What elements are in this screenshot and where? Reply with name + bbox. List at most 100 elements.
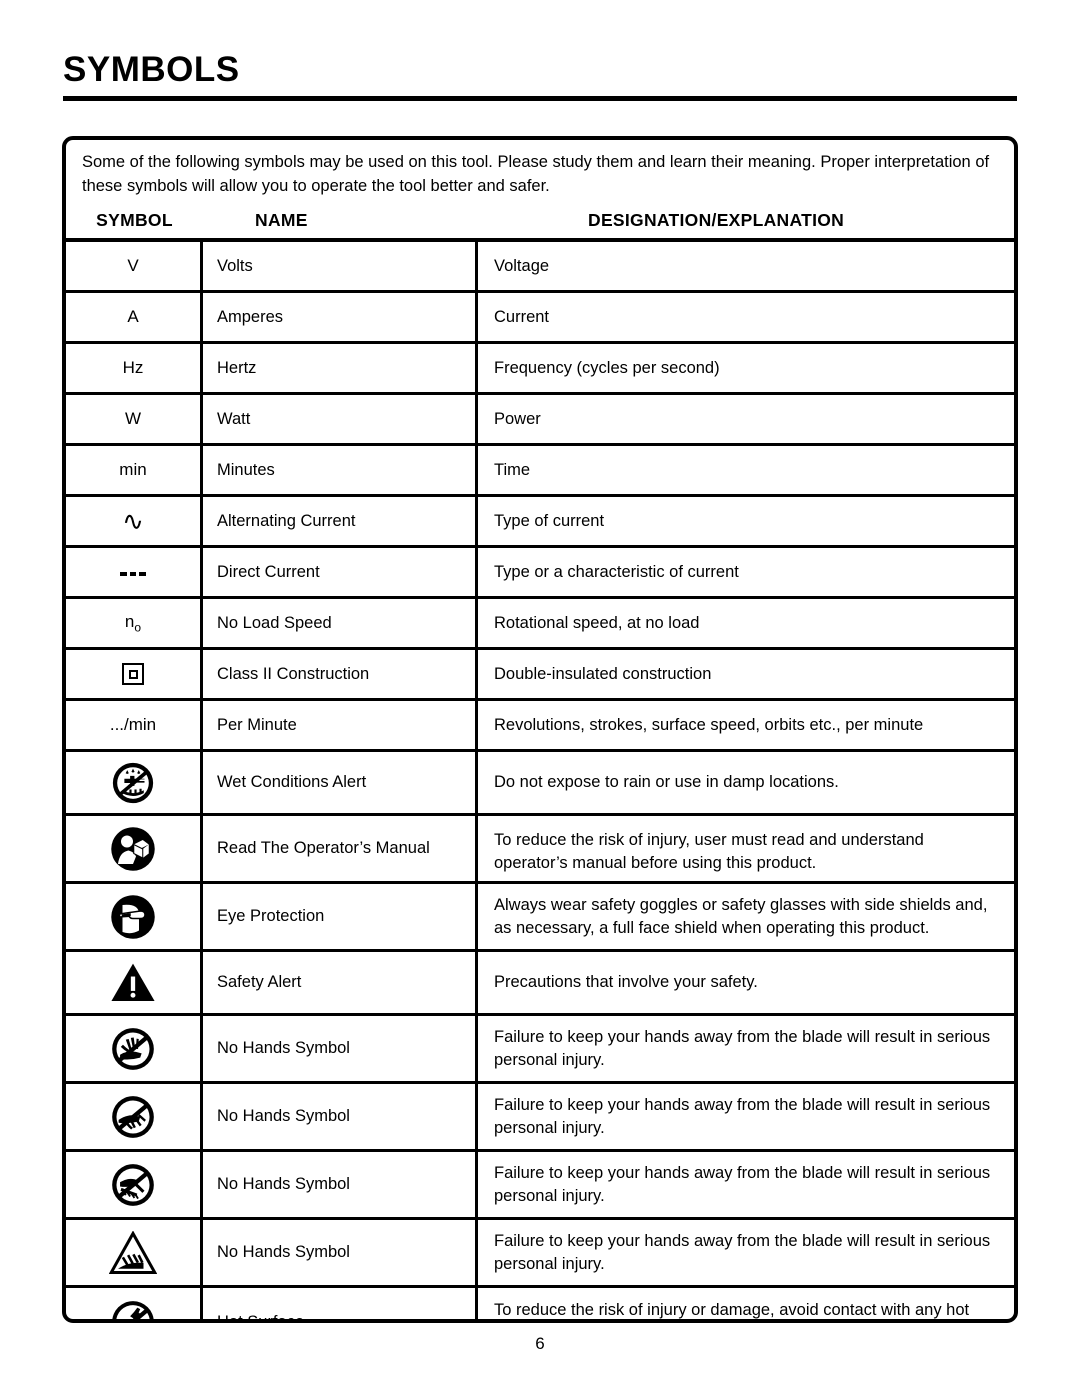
class-two-construction-icon xyxy=(122,663,144,685)
designation-line-2: operator’s manual before using this prod… xyxy=(494,854,817,872)
page-number: 6 xyxy=(535,1334,545,1353)
designation-cell: Precautions that involve your safety. xyxy=(494,973,758,991)
designation-cell: Frequency (cycles per second) xyxy=(494,358,720,377)
safety-alert-icon xyxy=(111,963,155,1001)
title-divider xyxy=(63,96,1017,101)
name-cell: No Hands Symbol xyxy=(203,1016,478,1081)
designation-cell: Power xyxy=(494,409,541,428)
designation-cell: Failure to keep your hands away from the… xyxy=(478,1084,1014,1149)
designation-cell: Failure to keep your hands away from the… xyxy=(478,1016,1014,1081)
eye-protection-icon xyxy=(111,894,155,939)
name-cell: Read The Operator’s Manual xyxy=(203,816,478,881)
designation-line-1: To reduce the risk of injury, user must … xyxy=(494,831,924,849)
designation-cell: Do not expose to rain or use in damp loc… xyxy=(494,773,839,791)
column-header-designation: DESIGNATION/EXPLANATION xyxy=(588,209,845,230)
symbol-cell xyxy=(66,1288,203,1319)
no-load-speed-icon: no xyxy=(124,611,142,635)
designation-line-1: To reduce the risk of injury or damage, … xyxy=(494,1301,970,1319)
symbol-cell: min xyxy=(66,446,203,494)
name-cell: No Hands Symbol xyxy=(203,1220,478,1285)
designation-cell: Double-insulated construction xyxy=(494,664,712,683)
name-cell: Per Minute xyxy=(203,701,478,749)
designation-line-2: personal injury. xyxy=(494,1050,605,1069)
name-cell: Volts xyxy=(203,242,478,290)
table-row: Hot Surface To reduce the risk of injury… xyxy=(66,1288,1014,1319)
designation-cell: Type of current xyxy=(494,511,605,530)
symbol-cell xyxy=(66,1220,203,1285)
designation-line-1: Failure to keep your hands away from the… xyxy=(494,1027,991,1046)
name-cell: Direct Current xyxy=(203,548,478,596)
name-cell: Class II Construction xyxy=(203,650,478,698)
letters-hz-icon: Hz xyxy=(122,358,144,377)
designation-cell: To reduce the risk of injury, user must … xyxy=(478,816,1014,881)
designation-cell: Failure to keep your hands away from the… xyxy=(478,1152,1014,1217)
read-operators-manual-icon xyxy=(111,826,155,871)
designation-line-2: personal injury. xyxy=(494,1118,605,1137)
symbol-cell: A xyxy=(66,293,203,341)
designation-cell: Time xyxy=(494,460,531,479)
table-row: No Hands Symbol Failure to keep your han… xyxy=(66,1016,1014,1084)
table-row: V Volts Voltage xyxy=(66,242,1014,293)
name-cell: Safety Alert xyxy=(203,952,478,1013)
symbol-cell xyxy=(66,650,203,698)
table-row: no No Load Speed Rotational speed, at no… xyxy=(66,599,1014,650)
letter-a-icon: A xyxy=(127,307,139,326)
per-minute-icon: .../min xyxy=(109,715,157,734)
document-page: SYMBOLS Some of the following symbols ma… xyxy=(0,0,1080,1397)
symbol-cell xyxy=(66,816,203,881)
name-cell: No Hands Symbol xyxy=(203,1084,478,1149)
table-row: No Hands Symbol Failure to keep your han… xyxy=(66,1152,1014,1220)
letters-min-icon: min xyxy=(119,460,147,479)
designation-line-1: Failure to keep your hands away from the… xyxy=(494,1231,991,1250)
table-row: Wet Conditions Alert Do not expose to ra… xyxy=(66,752,1014,816)
designation-cell: Voltage xyxy=(494,256,550,275)
direct-current-icon xyxy=(120,569,146,576)
symbol-cell xyxy=(66,752,203,813)
name-cell: Minutes xyxy=(203,446,478,494)
hand-warning-triangle-icon xyxy=(109,1230,157,1274)
table-row: min Minutes Time xyxy=(66,446,1014,497)
designation-line-1: Failure to keep your hands away from the… xyxy=(494,1095,991,1114)
designation-line-2: personal injury. xyxy=(494,1186,605,1205)
symbol-cell xyxy=(66,1016,203,1081)
column-header-symbol: SYMBOL xyxy=(96,209,173,230)
name-cell: Alternating Current xyxy=(203,497,478,545)
symbol-cell: W xyxy=(66,395,203,443)
name-cell: No Load Speed xyxy=(203,599,478,647)
symbol-cell xyxy=(66,548,203,596)
name-cell: Amperes xyxy=(203,293,478,341)
symbol-cell: no xyxy=(66,599,203,647)
table-row: Hz Hertz Frequency (cycles per second) xyxy=(66,344,1014,395)
table-row: .../min Per Minute Revolutions, strokes,… xyxy=(66,701,1014,752)
name-cell: Hertz xyxy=(203,344,478,392)
intro-paragraph: Some of the following symbols may be use… xyxy=(82,153,990,195)
name-cell: No Hands Symbol xyxy=(203,1152,478,1217)
wet-conditions-alert-icon xyxy=(112,762,154,803)
name-cell: Eye Protection xyxy=(203,884,478,949)
table-row: Read The Operator’s Manual To reduce the… xyxy=(66,816,1014,884)
table-row: Safety Alert Precautions that involve yo… xyxy=(66,952,1014,1016)
designation-line-2: personal injury. xyxy=(494,1254,605,1273)
table-row: No Hands Symbol Failure to keep your han… xyxy=(66,1084,1014,1152)
table-row: Direct Current Type or a characteristic … xyxy=(66,548,1014,599)
symbol-cell xyxy=(66,1084,203,1149)
symbol-cell: Hz xyxy=(66,344,203,392)
name-cell: Watt xyxy=(203,395,478,443)
symbol-cell: V xyxy=(66,242,203,290)
symbol-cell xyxy=(66,952,203,1013)
designation-cell: Revolutions, strokes, surface speed, orb… xyxy=(494,715,924,734)
symbol-cell xyxy=(66,1152,203,1217)
table-row: W Watt Power xyxy=(66,395,1014,446)
no-hands-blade-icon xyxy=(112,1095,154,1138)
designation-cell: Failure to keep your hands away from the… xyxy=(478,1220,1014,1285)
table-row: A Amperes Current xyxy=(66,293,1014,344)
name-cell: Wet Conditions Alert xyxy=(203,752,478,813)
table-row: ∿ Alternating Current Type of current xyxy=(66,497,1014,548)
letter-w-icon: W xyxy=(124,409,142,428)
table-row: Eye Protection Always wear safety goggle… xyxy=(66,884,1014,952)
designation-line-2: as necessary, a full face shield when op… xyxy=(494,918,930,937)
designation-cell: Always wear safety goggles or safety gla… xyxy=(478,884,1014,949)
no-hands-blade-icon xyxy=(112,1163,154,1206)
designation-cell: Rotational speed, at no load xyxy=(494,613,700,632)
symbol-cell xyxy=(66,884,203,949)
